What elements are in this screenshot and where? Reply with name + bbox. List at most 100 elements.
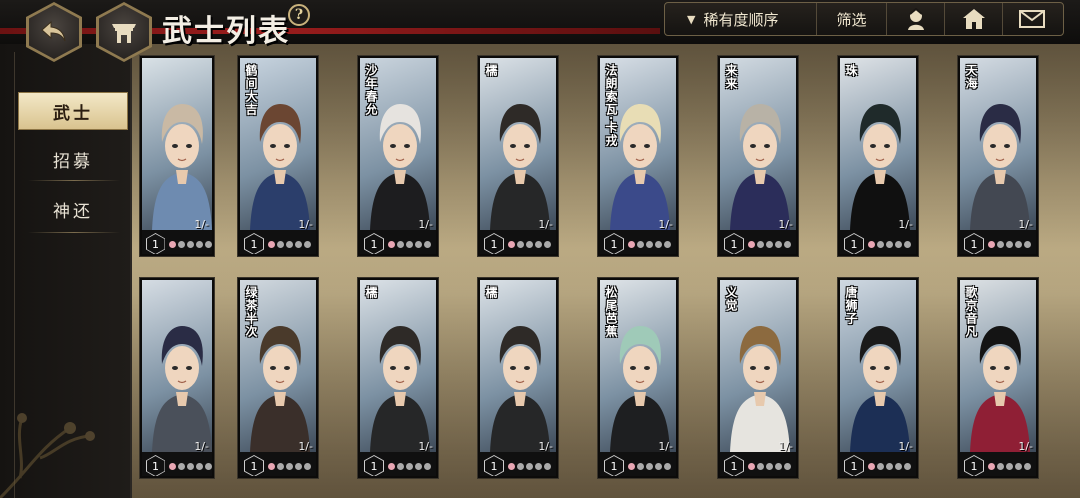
rank-petals <box>988 462 1031 470</box>
level-value: 1 <box>365 234 383 254</box>
petal-icon <box>1015 462 1022 470</box>
sort-dropdown[interactable]: ▼ 稀有度顺序 <box>665 3 817 35</box>
sidebar-item-return[interactable]: 神还 <box>18 190 128 228</box>
castle-gate-icon <box>99 5 149 59</box>
character-name: 沙年春允 <box>364 64 378 116</box>
rank-petals <box>508 240 551 248</box>
petal-icon <box>784 462 791 470</box>
character-button[interactable] <box>887 3 945 35</box>
petal-icon <box>415 462 422 470</box>
rank-petals <box>628 462 671 470</box>
card-footer: 1 <box>480 230 556 254</box>
character-name: 天海 <box>964 64 978 90</box>
samurai-card[interactable]: 檽 1/- 1 <box>478 278 558 478</box>
petal-icon <box>1006 240 1013 248</box>
card-footer: 1 <box>480 452 556 476</box>
petal-icon <box>268 462 275 470</box>
petal-icon <box>508 240 515 248</box>
petal-icon <box>304 462 311 470</box>
sidebar-item-label: 招募 <box>53 151 93 172</box>
level-badge: 1 <box>244 455 264 476</box>
level-value: 1 <box>605 234 623 254</box>
petal-icon <box>664 462 671 470</box>
petal-icon <box>1006 462 1013 470</box>
petal-icon <box>988 462 995 470</box>
petal-icon <box>286 462 293 470</box>
petal-icon <box>886 240 893 248</box>
petal-icon <box>1015 240 1022 248</box>
sidebar-item-label: 武士 <box>53 103 93 124</box>
mail-icon <box>1019 10 1045 28</box>
level-badge: 1 <box>146 455 165 476</box>
petal-icon <box>904 240 911 248</box>
samurai-card[interactable]: 檽 1/- 1 <box>358 278 438 478</box>
sidebar-divider <box>28 180 120 181</box>
petal-icon <box>415 240 422 248</box>
petal-icon <box>196 462 203 470</box>
level-badge: 1 <box>724 455 744 476</box>
rank-petals <box>988 240 1031 248</box>
petal-icon <box>304 240 311 248</box>
level-value: 1 <box>965 456 983 476</box>
petal-icon <box>637 462 644 470</box>
character-name: 松尾芭蕉 <box>604 286 618 338</box>
filter-button[interactable]: 筛选 <box>817 3 887 35</box>
petal-icon <box>295 240 302 248</box>
samurai-card[interactable]: 鹤间大吉 1/- 1 <box>238 56 318 256</box>
card-footer: 1 <box>960 230 1036 254</box>
petal-icon <box>646 462 653 470</box>
level-value: 1 <box>146 456 165 476</box>
sidebar-item-recruit[interactable]: 招募 <box>18 140 128 178</box>
rank-petals <box>169 462 212 470</box>
level-badge: 1 <box>146 233 165 254</box>
petal-icon <box>895 240 902 248</box>
samurai-card[interactable]: 法朗索瓦·卡戎 1/- 1 <box>598 56 678 256</box>
card-footer: 1 <box>840 452 916 476</box>
samurai-card[interactable]: 1/- 1 <box>140 56 214 256</box>
character-name: 檽 <box>484 286 498 299</box>
petal-icon <box>655 240 662 248</box>
level-badge: 1 <box>484 455 504 476</box>
petal-icon <box>187 462 194 470</box>
character-name: 绿茶半次 <box>244 286 258 338</box>
card-footer: 1 <box>142 230 212 254</box>
samurai-card[interactable]: 来来 1/- 1 <box>718 56 798 256</box>
samurai-card[interactable]: 松尾芭蕉 1/- 1 <box>598 278 678 478</box>
plum-branch-decoration <box>0 413 95 498</box>
petal-icon <box>748 240 755 248</box>
petal-icon <box>295 462 302 470</box>
petal-icon <box>535 240 542 248</box>
sidebar: 武士 招募 神还 <box>0 44 132 498</box>
level-value: 1 <box>245 234 263 254</box>
card-footer: 1 <box>960 452 1036 476</box>
character-name: 来来 <box>724 64 738 90</box>
samurai-card[interactable]: 1/- 1 <box>140 278 214 478</box>
petal-icon <box>766 462 773 470</box>
samurai-card[interactable]: 沙年春允 1/- 1 <box>358 56 438 256</box>
home-page-button[interactable] <box>945 3 1003 35</box>
samurai-card[interactable]: 义觉 1/- 1 <box>718 278 798 478</box>
petal-icon <box>397 240 404 248</box>
samurai-card[interactable]: 天海 1/- 1 <box>958 56 1038 256</box>
samurai-card[interactable]: 歌京音凡 1/- 1 <box>958 278 1038 478</box>
rank-petals <box>268 240 311 248</box>
samurai-card[interactable]: 唐狮子 1/- 1 <box>838 278 918 478</box>
character-name: 法朗索瓦·卡戎 <box>604 64 618 148</box>
petal-icon <box>757 462 764 470</box>
petal-icon <box>775 462 782 470</box>
help-button[interactable]: ? <box>288 4 310 26</box>
character-portrait <box>480 58 556 230</box>
sidebar-item-label: 神还 <box>53 201 93 222</box>
petal-icon <box>286 240 293 248</box>
rank-petals <box>388 240 431 248</box>
samurai-card[interactable]: 檽 1/- 1 <box>478 56 558 256</box>
character-name: 唐狮子 <box>844 286 858 325</box>
character-name: 檽 <box>484 64 498 77</box>
level-badge: 1 <box>844 455 864 476</box>
sidebar-item-samurai[interactable]: 武士 <box>18 92 128 130</box>
samurai-card[interactable]: 珠 1/- 1 <box>838 56 918 256</box>
samurai-card[interactable]: 绿茶半次 1/- 1 <box>238 278 318 478</box>
mail-button[interactable] <box>1003 3 1061 35</box>
petal-icon <box>277 240 284 248</box>
level-badge: 1 <box>604 233 624 254</box>
